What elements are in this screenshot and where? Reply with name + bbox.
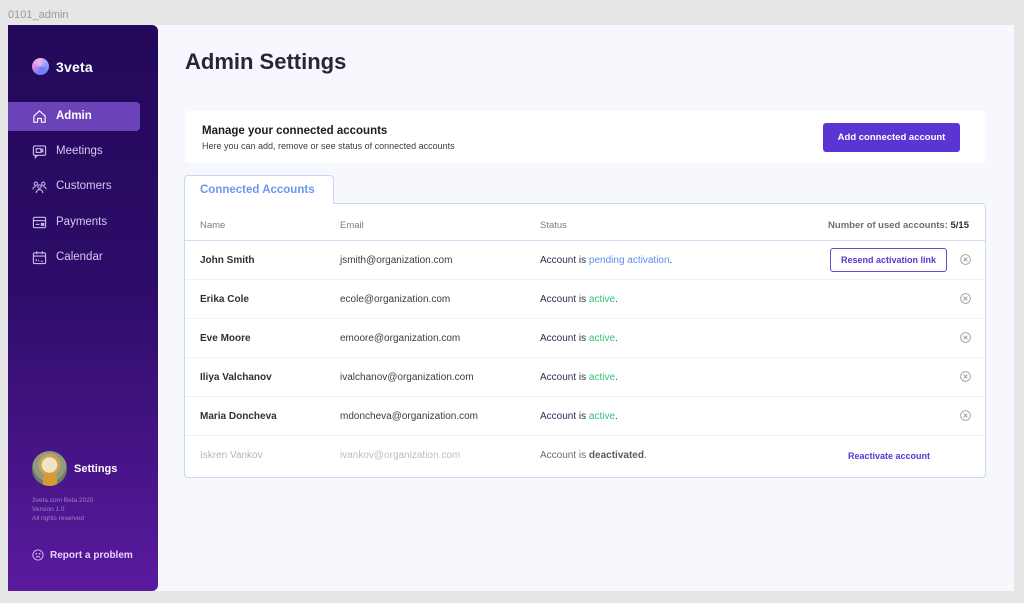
account-name: Eve Moore (200, 333, 251, 344)
sidebar-item-label: Admin (56, 109, 92, 122)
manage-title: Manage your connected accounts (202, 125, 388, 137)
status-value: pending activation (588, 255, 670, 266)
status-prefix: Account is (540, 333, 587, 344)
tab-connected-accounts[interactable]: Connected Accounts (184, 175, 334, 204)
column-header-status: Status (540, 220, 567, 231)
sidebar-item-meetings[interactable]: Meetings (8, 137, 140, 166)
account-name: Iliya Valchanov (200, 372, 272, 383)
column-header-email: Email (340, 220, 364, 231)
table-row: Erika Cole ecole@organization.com Accoun… (185, 280, 985, 319)
reactivate-account-link[interactable]: Reactivate account (848, 451, 930, 461)
page-title: Admin Settings (185, 49, 347, 74)
sidebar-item-label: Meetings (56, 145, 103, 158)
account-email: jsmith@organization.com (340, 255, 453, 266)
column-header-name: Name (200, 220, 226, 231)
status-value: active (588, 372, 616, 383)
account-name: Erika Cole (200, 294, 249, 305)
account-status: Account is deactivated. (540, 450, 647, 461)
table-row: John Smith jsmith@organization.com Accou… (185, 241, 985, 280)
version-info: 3veta.com Beta 2020 Version 1.0 All righ… (32, 496, 93, 523)
status-prefix: Account is (540, 294, 587, 305)
account-email: emoore@organization.com (340, 333, 461, 344)
used-accounts-count: Number of used accounts: 5/15 (828, 220, 969, 231)
sidebar-item-customers[interactable]: Customers (8, 173, 140, 202)
account-email: mdoncheva@organization.com (340, 411, 479, 422)
payments-icon (32, 216, 47, 229)
sidebar: 3veta Admin Meetings Customers Payments … (8, 25, 158, 591)
status-value: deactivated (588, 450, 644, 461)
status-prefix: Account is (540, 372, 587, 383)
logo-icon (32, 58, 49, 75)
avatar (32, 451, 67, 486)
manage-subtitle: Here you can add, remove or see status o… (202, 141, 455, 151)
sidebar-item-admin[interactable]: Admin (8, 102, 140, 131)
account-email: ecole@organization.com (340, 294, 451, 305)
sidebar-item-label: Payments (56, 215, 108, 228)
add-connected-account-button[interactable]: Add connected account (823, 123, 960, 152)
sidebar-item-payments[interactable]: Payments (8, 208, 140, 237)
status-value: active (588, 411, 616, 422)
accounts-table: Name Email Status Number of used account… (184, 203, 986, 478)
frame-label: 0101_admin (8, 9, 69, 21)
remove-account-icon[interactable] (960, 410, 971, 421)
sidebar-item-label: Customers (56, 180, 112, 193)
status-value: active (588, 333, 616, 344)
used-accounts-label: Number of used accounts: (828, 220, 948, 231)
version-line: 3veta.com Beta 2020 (32, 497, 94, 504)
status-prefix: Account is (540, 255, 587, 266)
report-problem-label: Report a problem (50, 549, 133, 561)
remove-account-icon[interactable] (960, 293, 971, 304)
settings-label: Settings (74, 462, 118, 475)
meetings-icon (32, 145, 47, 160)
account-name: John Smith (200, 255, 255, 266)
version-line: All rights reserved (32, 515, 85, 522)
table-row: Iskren Vankov ivankov@organization.com A… (185, 436, 985, 475)
resend-activation-link-button[interactable]: Resend activation link (830, 248, 947, 272)
manage-accounts-card: Manage your connected accounts Here you … (185, 111, 985, 163)
account-email: ivankov@organization.com (340, 450, 461, 461)
logo-text: 3veta (56, 58, 93, 75)
used-accounts-value: 5/15 (950, 220, 970, 231)
report-problem-link[interactable]: Report a problem (32, 549, 133, 561)
remove-account-icon[interactable] (960, 371, 971, 382)
status-prefix: Account is (540, 411, 587, 422)
app-window: 3veta Admin Meetings Customers Payments … (8, 25, 1014, 591)
account-status: Account is pending activation. (540, 255, 673, 266)
remove-account-icon[interactable] (960, 332, 971, 343)
table-row: Iliya Valchanov ivalchanov@organization.… (185, 358, 985, 397)
account-status: Account is active. (540, 294, 618, 305)
status-value: active (588, 294, 616, 305)
remove-account-icon[interactable] (960, 254, 971, 265)
account-status: Account is active. (540, 372, 618, 383)
sad-face-icon (32, 549, 44, 561)
account-name: Maria Doncheva (200, 411, 277, 422)
table-row: Maria Doncheva mdoncheva@organization.co… (185, 397, 985, 436)
sidebar-item-label: Calendar (56, 250, 103, 263)
account-status: Account is active. (540, 333, 618, 344)
calendar-icon (32, 251, 47, 265)
table-row: Eve Moore emoore@organization.com Accoun… (185, 319, 985, 358)
account-status: Account is active. (540, 411, 618, 422)
sidebar-item-calendar[interactable]: Calendar (8, 243, 140, 272)
status-prefix: Account is (540, 450, 587, 461)
logo[interactable]: 3veta (32, 58, 93, 75)
customers-icon (32, 181, 47, 193)
profile-settings[interactable]: Settings (32, 451, 117, 486)
table-header: Name Email Status Number of used account… (185, 204, 985, 241)
sidebar-nav: Admin Meetings Customers Payments Calend… (8, 102, 158, 278)
account-email: ivalchanov@organization.com (340, 372, 474, 383)
account-name: Iskren Vankov (200, 450, 263, 461)
version-line: Version 1.0 (32, 506, 65, 513)
home-icon (33, 110, 46, 123)
